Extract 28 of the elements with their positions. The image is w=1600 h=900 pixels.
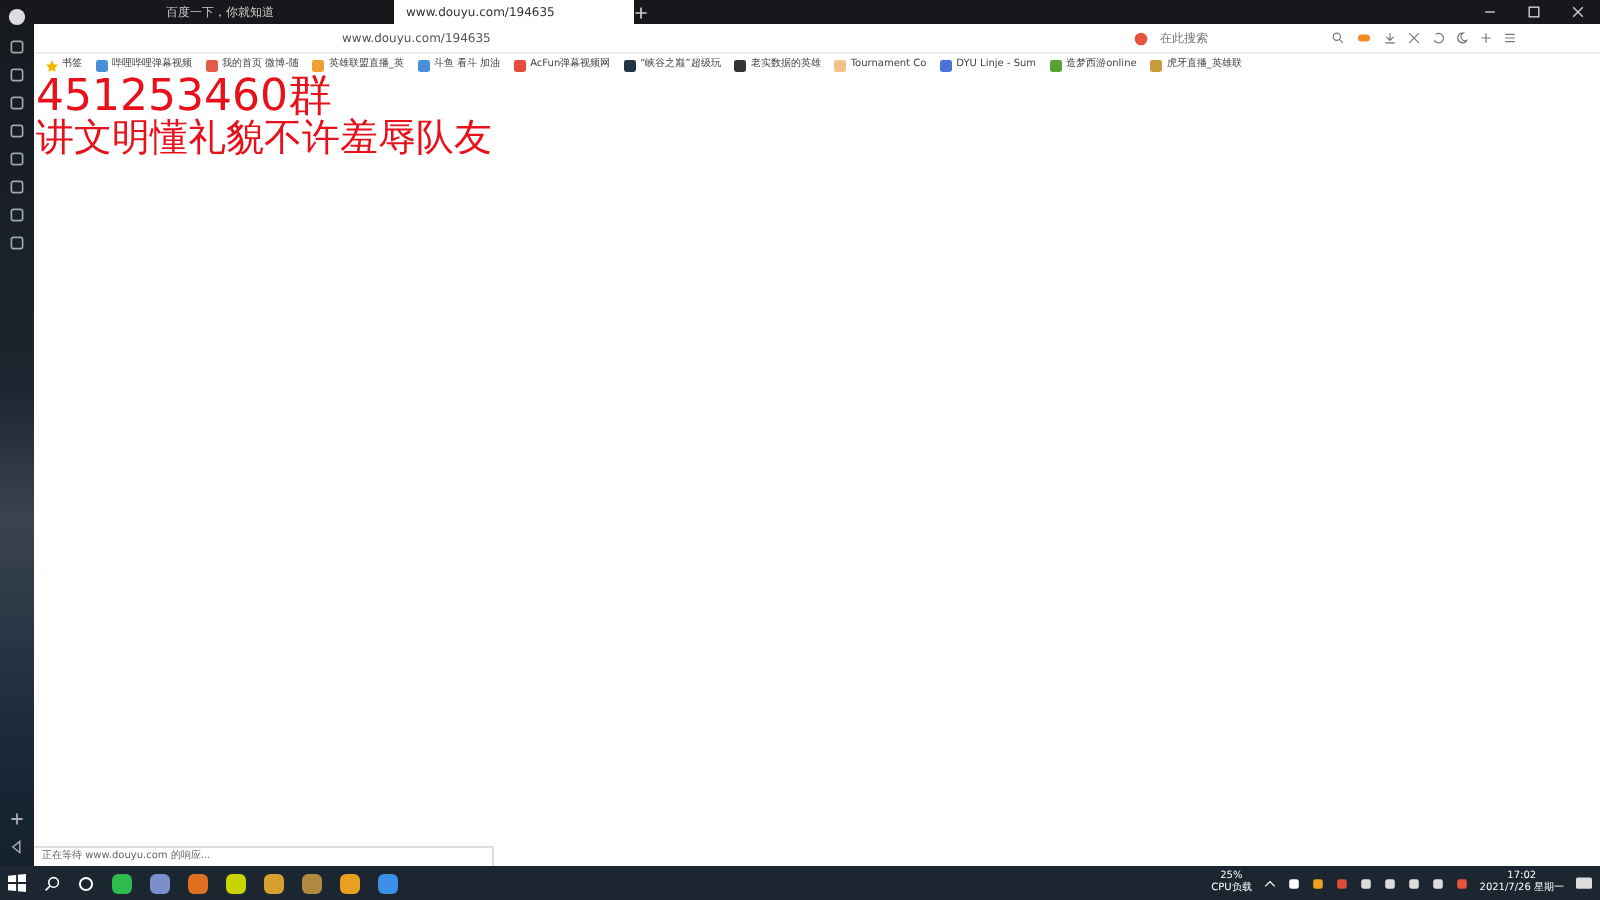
bookmark-icon: [1150, 59, 1163, 71]
bookmark-icon: [734, 59, 747, 71]
search-engine-icon[interactable]: [1134, 31, 1148, 45]
bookmark-icon: [514, 59, 527, 71]
menu-icon[interactable]: [1504, 32, 1516, 44]
bookmark-icon: [834, 59, 847, 71]
maximize-icon[interactable]: [1528, 6, 1540, 18]
bookmark-icon: [417, 59, 430, 71]
bookmark-icon: [206, 59, 218, 71]
add-icon[interactable]: [1480, 32, 1492, 44]
bookmark-icon: [96, 59, 108, 71]
close-icon[interactable]: [1572, 6, 1584, 18]
download-icon[interactable]: [1384, 32, 1396, 44]
bookmark-icon: [940, 59, 953, 71]
chevron-up-icon[interactable]: [1263, 877, 1276, 889]
bookmark-icon: [312, 59, 325, 71]
bookmark-icon: [1050, 59, 1063, 71]
windows-icon[interactable]: [8, 874, 26, 892]
collapse-icon[interactable]: [10, 840, 24, 854]
moon-icon[interactable]: [1456, 32, 1468, 44]
overlay-caption: 讲文明懂礼貌不许羞辱队友: [36, 120, 492, 160]
add-icon[interactable]: [10, 812, 24, 826]
star-icon: [46, 59, 58, 71]
bookmark-icon: [624, 59, 637, 71]
avatar-icon[interactable]: [8, 8, 26, 26]
add-tab-icon[interactable]: [634, 5, 648, 19]
minimize-icon[interactable]: [1484, 6, 1496, 18]
overlay-caption: 451253460群: [36, 76, 332, 121]
